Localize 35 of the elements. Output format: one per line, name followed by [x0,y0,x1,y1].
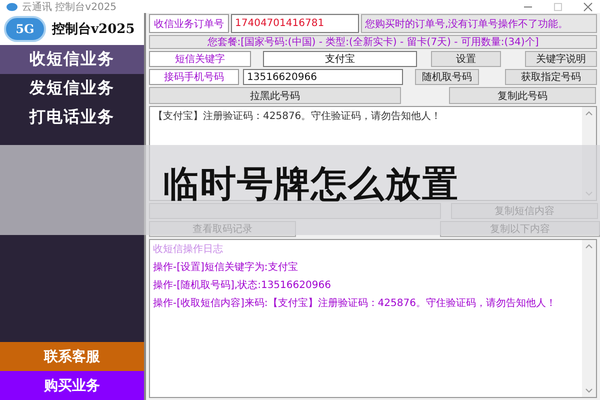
package-info: 您套餐:[国家号码:(中国) - 类型:(全新实卡) - 留卡(7天) - 可用数量:(34)个] [149,35,597,49]
chevron-down-icon[interactable] [585,388,593,394]
action-button[interactable]: 拉黑此号码 [149,87,401,104]
hint-text: 您购买时的订单号,没有订单号操作不了功能。 [361,14,597,33]
window-title: 云通讯 控制台v2025 [22,0,118,14]
field-label: 短信关键字 [149,51,251,67]
log-line: 操作-[设置]短信关键字为:支付宝 [153,260,299,274]
phone-input[interactable]: 13516620966 [243,69,403,85]
cloud-logo: 5G [4,16,46,42]
overlay-title: 临时号牌怎么放置 [163,167,459,203]
log-line: 操作-[随机取号码],状态:13516620966 [153,278,332,292]
action-button[interactable]: 获取指定号码 [505,69,597,85]
scrollbar[interactable] [582,240,596,397]
action-button[interactable]: 复制此号码 [449,87,596,104]
log-title: 收短信操作日志 [153,242,224,256]
message-text: 【支付宝】注册验证码：425876。守住验证码，请勿告知他人！ [153,110,442,123]
maximize-icon[interactable] [552,0,564,12]
action-button[interactable]: 设置 [431,51,501,67]
chevron-up-icon[interactable] [585,110,593,116]
field-label: 接码手机号码 [149,69,239,85]
keyword-input[interactable]: 支付宝 [263,51,417,67]
action-button[interactable]: 随机取号码 [415,69,479,85]
logo-title: 控制台v2025 [52,21,135,38]
sidebar-button[interactable]: 联系客服 [0,342,144,371]
log-textarea[interactable]: 收短信操作日志 操作-[设置]短信关键字为:支付宝 操作-[随机取号码],状态:13516620966 操作-[收取短信内容]来码:【支付宝】注册验证码：425876。守住验证码，请勿告知他人！ [149,238,597,398]
log-line: 操作-[收取短信内容]来码:【支付宝】注册验证码：425876。守住验证码，请勿告知他人！ [153,296,557,310]
sidebar-button[interactable]: 购买业务 [0,371,144,400]
sidebar-item[interactable]: 打电话业务 [0,103,144,132]
sidebar-item[interactable]: 发短信业务 [0,74,144,103]
order-input[interactable]: 17404701416781 [231,14,359,33]
close-icon[interactable] [582,0,594,12]
action-button[interactable]: 关键字说明 [525,51,597,67]
chevron-up-icon[interactable] [585,242,593,249]
sidebar-item[interactable]: 收短信业务 [0,45,144,74]
field-label: 收信业务订单号 [149,14,229,33]
